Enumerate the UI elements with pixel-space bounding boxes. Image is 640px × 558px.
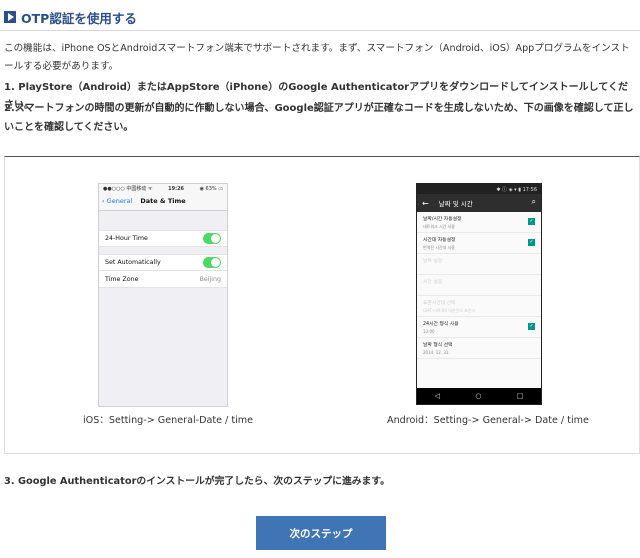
android-caption: Android：Setting-> General-> Date / time [387,415,589,426]
ios-status-left: ●●○○○ 中国移动 ᯤ [103,186,153,192]
search-icon: ⌕ [531,197,536,206]
ios-row-time-zone: Time Zone Beijing [99,271,227,288]
ios-screenshot: ●●○○○ 中国移动 ᯤ 19:26 ◉ 63% ▭ ‹ General Dat… [98,183,228,407]
list-item-subtitle: GMT+09:00 대한민국 표준시 [423,308,476,313]
list-item-title: 날짜 형식 선택 [423,343,453,348]
android-status-bar: ✱ ⓘ ◈ ▾ ▮ 17:56 [417,184,541,194]
list-item-subtitle: 번역된 시간대 사용 [423,245,455,250]
list-item: 날짜 형식 선택 2014. 12. 31. [417,338,541,359]
list-item-title: 날짜 설정 [423,259,443,264]
ios-caption: iOS：Setting-> General-Date / time [83,415,254,426]
list-item-subtitle: 13:00 [423,329,435,334]
ios-row-label: 24-Hour Time [105,235,148,242]
android-app-bar: ← 날짜 및 시간 ⌕ [417,194,541,212]
ios-row-value: Beijing [199,275,221,283]
ios-nav-bar: ‹ General Date & Time [99,193,227,211]
list-item-title: 24시간 형식 사용 [423,322,459,327]
list-item-title: 시간 설정 [423,280,443,285]
list-item-subtitle: 2014. 12. 31. [423,350,450,355]
ios-row-label: Time Zone [105,275,139,283]
list-item: 날짜 설정 [417,254,541,275]
step2-text: 2.スマートフォンの時間の更新が自動的に作動しない場合、Google認証アプリが… [4,103,634,133]
ios-status-bar: ●●○○○ 中国移动 ᯤ 19:26 ◉ 63% ▭ [99,184,227,193]
checkbox-checked-icon: ✓ [528,218,535,225]
arrow-left-icon: ← [422,198,429,208]
list-item-title: 날짜/시간 자동설정 [423,217,462,222]
list-item-title: 시간대 자동설정 [423,238,456,243]
ios-status-time: 19:26 [168,185,185,192]
ios-row-label: Set Automatically [105,259,161,266]
list-item: 표준시간대 선택 GMT+09:00 대한민국 표준시 [417,296,541,317]
ios-row-24hour: 24-Hour Time [99,230,227,247]
ios-status-right: ◉ 63% ▭ [199,185,223,192]
list-item: 24시간 형식 사용 13:00 ✓ [417,317,541,338]
checkbox-checked-icon: ✓ [528,323,535,330]
list-item-title: 표준시간대 선택 [423,301,456,306]
list-item-subtitle: 네트워크 시간 사용 [423,224,455,229]
section-title: OTP認証を使用する [21,10,137,26]
toggle-on-icon [203,257,221,268]
nav-home-icon: ○ [475,392,482,400]
checkbox-checked-icon: ✓ [528,239,535,246]
step3-text: 3. Google Authenticatorのインストールが完了したら、次のス… [4,476,390,487]
ios-row-set-automatically: Set Automatically [99,254,227,271]
list-item: 날짜/시간 자동설정 네트워크 시간 사용 ✓ [417,212,541,233]
list-item: 시간 설정 [417,275,541,296]
android-screen-title: 날짜 및 시간 [438,200,473,208]
list-item: 시간대 자동설정 번역된 시간대 사용 ✓ [417,233,541,254]
android-status-right: ✱ ⓘ ◈ ▾ ▮ 17:56 [496,186,537,193]
nav-recents-icon: □ [516,392,524,400]
header-divider [0,30,640,31]
play-icon [4,11,16,23]
android-screenshot: ✱ ⓘ ◈ ▾ ▮ 17:56 ← 날짜 및 시간 ⌕ 날짜/시간 자동설정 네… [416,183,542,405]
nav-back-icon: ◁ [434,392,441,400]
section-header: OTP認証を使用する [4,8,137,26]
toggle-on-icon [203,233,221,244]
intro-text: この機能は、iPhone OSとAndroidスマートフォン端末でサポートされま… [4,43,630,72]
next-step-button[interactable]: 次のステップ [256,516,386,550]
android-nav-bar: ◁ ○ □ [417,388,541,404]
ios-screen-title: Date & Time [140,197,186,205]
